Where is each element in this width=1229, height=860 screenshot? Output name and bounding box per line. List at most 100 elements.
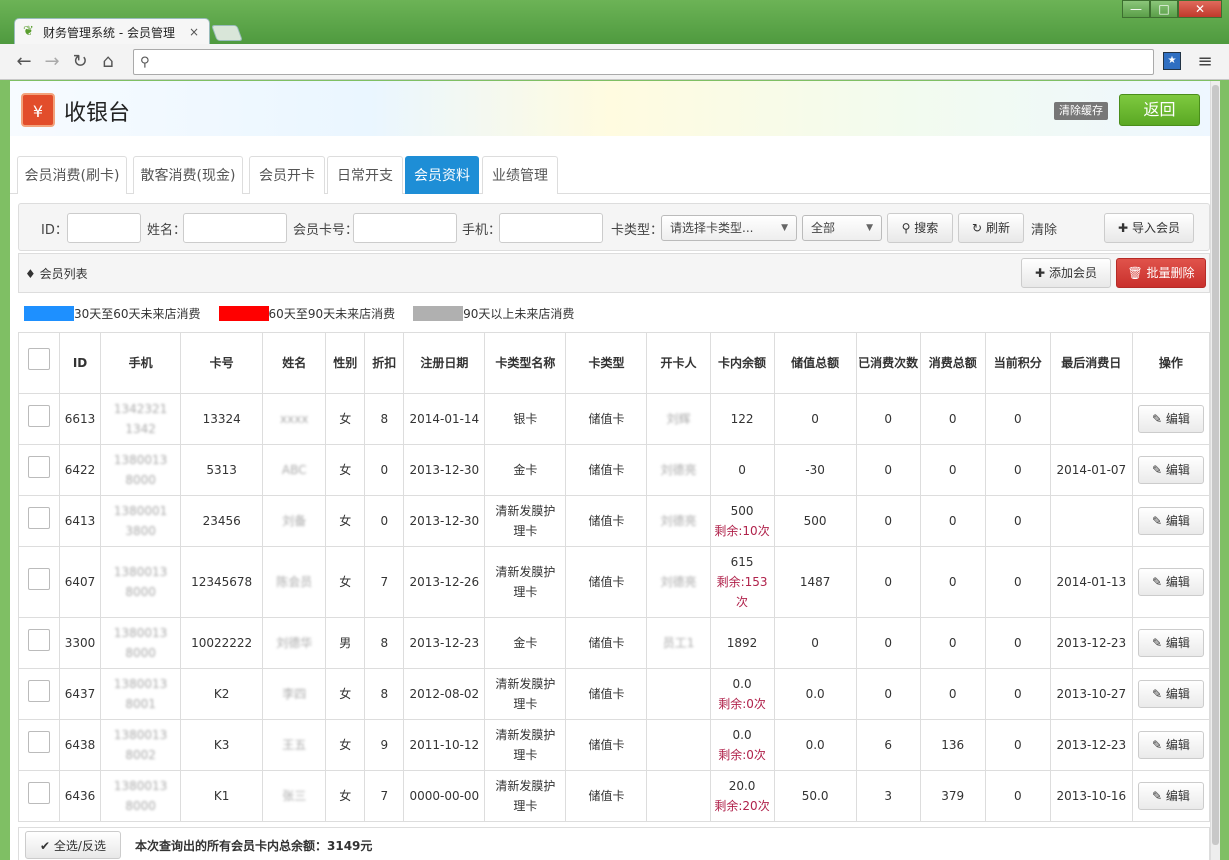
- row-checkbox[interactable]: [28, 456, 51, 478]
- discount-value: 7: [380, 575, 389, 589]
- row-checkbox[interactable]: [28, 507, 51, 529]
- table-row[interactable]: 6407 13800138000 12345678 陈会员 女 7 2013-12-26 清新…: [17, 546, 1210, 618]
- add-member-button[interactable]: ✚ 添加会员: [1021, 258, 1111, 288]
- tab-member-info[interactable]: 会员资料: [405, 156, 479, 194]
- reload-icon[interactable]: ↻: [66, 48, 94, 76]
- cell-id: 6413: [59, 495, 102, 547]
- row-checkbox[interactable]: [28, 782, 51, 804]
- cell-points: 0: [984, 546, 1051, 618]
- select-toggle-button[interactable]: ✔ 全选/反选: [25, 831, 121, 859]
- edit-button[interactable]: ✎ 编辑: [1137, 680, 1204, 708]
- table-header-row: ID 手机 卡号 姓名 性别 折扣 注册日期 卡类型名称 卡类型 开卡人 卡内余…: [17, 332, 1210, 394]
- trash-icon: 🗑: [1127, 266, 1143, 280]
- table-row[interactable]: 6422 13800138000 5313 ABC 女 0 2013-12-30 金卡 储值卡 刘…: [17, 444, 1210, 496]
- header-reg-date: 注册日期: [403, 332, 486, 394]
- phone-input[interactable]: [499, 213, 603, 243]
- card-type-select[interactable]: 请选择卡类型... ▼: [661, 215, 797, 241]
- cell-opener: 刘德亮: [646, 495, 711, 547]
- reg-date-value: 2013-12-23: [409, 636, 480, 650]
- minimize-button[interactable]: —: [1122, 0, 1150, 18]
- cell-gender: 女: [325, 495, 366, 547]
- browser-menu-icon[interactable]: ≡: [1194, 49, 1216, 75]
- card-type-value: 储值卡: [588, 412, 625, 426]
- edit-button-label: 编辑: [1165, 514, 1190, 528]
- row-checkbox[interactable]: [28, 731, 51, 753]
- cell-opener: 刘德亮: [646, 546, 711, 618]
- edit-button[interactable]: ✎ 编辑: [1137, 782, 1204, 810]
- edit-button[interactable]: ✎ 编辑: [1137, 731, 1204, 759]
- clear-link[interactable]: 清除: [1031, 219, 1057, 238]
- search-button[interactable]: ⚲ 搜索: [887, 213, 953, 243]
- balance-value: 20.0: [728, 779, 756, 793]
- edit-button[interactable]: ✎ 编辑: [1137, 405, 1204, 433]
- tab-walkin-cash-consume[interactable]: 散客消费(现金): [133, 156, 243, 194]
- card-type-value: 储值卡: [588, 789, 625, 803]
- scrollbar-thumb[interactable]: [1212, 85, 1219, 845]
- table-row[interactable]: 6438 13800138002 K3 王五 女 9 2011-10-12 清新发膜护理卡 储值…: [17, 719, 1210, 771]
- row-checkbox[interactable]: [28, 629, 51, 651]
- edit-button[interactable]: ✎ 编辑: [1137, 507, 1204, 535]
- tab-performance[interactable]: 业绩管理: [482, 156, 558, 194]
- maximize-button[interactable]: □: [1150, 0, 1178, 18]
- back-button[interactable]: 返回: [1119, 94, 1200, 126]
- tab-daily-expense[interactable]: 日常开支: [327, 156, 403, 194]
- tab-member-card-consume[interactable]: 会员消费(刷卡): [17, 156, 127, 194]
- leaf-favicon-icon: ❦: [23, 24, 34, 39]
- search-icon: ⚲: [901, 221, 911, 235]
- edit-icon: ✎: [1151, 463, 1166, 477]
- stored-total-value: 0: [811, 412, 819, 426]
- select-all-checkbox[interactable]: [28, 347, 51, 370]
- address-input[interactable]: [155, 51, 1153, 73]
- card-type-value: 储值卡: [588, 514, 625, 528]
- name-value: 刘备: [282, 514, 307, 528]
- header-used-times: 已消费次数: [855, 332, 921, 394]
- status-select[interactable]: 全部 ▼: [802, 215, 882, 241]
- window-controls: — □ ✕: [1122, 0, 1222, 20]
- page-scrollbar[interactable]: [1210, 81, 1220, 860]
- id-value: 6422: [64, 463, 96, 477]
- forward-arrow-icon[interactable]: →: [38, 48, 66, 76]
- cell-last-date: 2013-12-23: [1049, 719, 1133, 771]
- table-row[interactable]: 6413 13800013800 23456 刘备 女 0 2013-12-30 清新发膜护理…: [17, 495, 1210, 547]
- edit-button[interactable]: ✎ 编辑: [1137, 456, 1204, 484]
- tab-close-icon[interactable]: ×: [187, 25, 201, 39]
- table-row[interactable]: 3300 13800138000 10022222 刘德华 男 8 2013-12-23 金卡…: [17, 617, 1210, 669]
- browser-tab[interactable]: ❦ 财务管理系统 - 会员管理 ×: [14, 18, 210, 45]
- spent-total-value: 136: [941, 738, 965, 752]
- row-checkbox[interactable]: [28, 405, 51, 427]
- edit-button-label: 编辑: [1165, 575, 1190, 589]
- card-type-select-value: 请选择卡类型...: [670, 221, 754, 235]
- table-row[interactable]: 6437 13800138001 K2 李四 女 8 2012-08-02 清新发膜护理卡 储值…: [17, 668, 1210, 720]
- address-bar[interactable]: ⚲: [133, 49, 1154, 75]
- table-row[interactable]: 6436 13800138000 K1 张三 女 7 0000-00-00 清新发膜护理卡 储值…: [17, 770, 1210, 822]
- balance-value: 1892: [726, 636, 758, 650]
- edit-icon: ✎: [1151, 636, 1166, 650]
- row-checkbox[interactable]: [28, 568, 51, 590]
- cell-name: 刘德华: [262, 617, 327, 669]
- row-checkbox[interactable]: [28, 680, 51, 702]
- refresh-button[interactable]: ↻ 刷新: [958, 213, 1024, 243]
- id-value: 6407: [64, 575, 96, 589]
- bookmark-star-icon[interactable]: ★: [1163, 52, 1181, 70]
- card-number-input[interactable]: [353, 213, 457, 243]
- back-arrow-icon[interactable]: ←: [10, 48, 38, 76]
- window-close-button[interactable]: ✕: [1178, 0, 1222, 18]
- new-tab-button[interactable]: [211, 25, 243, 41]
- discount-value: 9: [380, 738, 389, 752]
- edit-button[interactable]: ✎ 编辑: [1137, 568, 1204, 596]
- clear-cache-button[interactable]: 清除缓存: [1054, 102, 1108, 120]
- balance-value: 0: [738, 463, 746, 477]
- cell-stored-total: 50.0: [773, 770, 857, 822]
- batch-delete-button[interactable]: 🗑 批量删除: [1116, 258, 1206, 288]
- cell-card-type: 储值卡: [565, 668, 648, 720]
- tab-open-card[interactable]: 会员开卡: [249, 156, 325, 194]
- import-member-button[interactable]: ✚ 导入会员: [1104, 213, 1194, 243]
- id-input[interactable]: [67, 213, 141, 243]
- home-icon[interactable]: ⌂: [94, 48, 122, 76]
- name-input[interactable]: [183, 213, 287, 243]
- edit-icon: ✎: [1151, 575, 1166, 589]
- edit-button-label: 编辑: [1165, 687, 1190, 701]
- edit-button[interactable]: ✎ 编辑: [1137, 629, 1204, 657]
- table-row[interactable]: 6613 13423211342 13324 xxxx 女 8 2014-01-14 银卡 储值…: [17, 393, 1210, 445]
- points-value: 0: [1013, 789, 1022, 803]
